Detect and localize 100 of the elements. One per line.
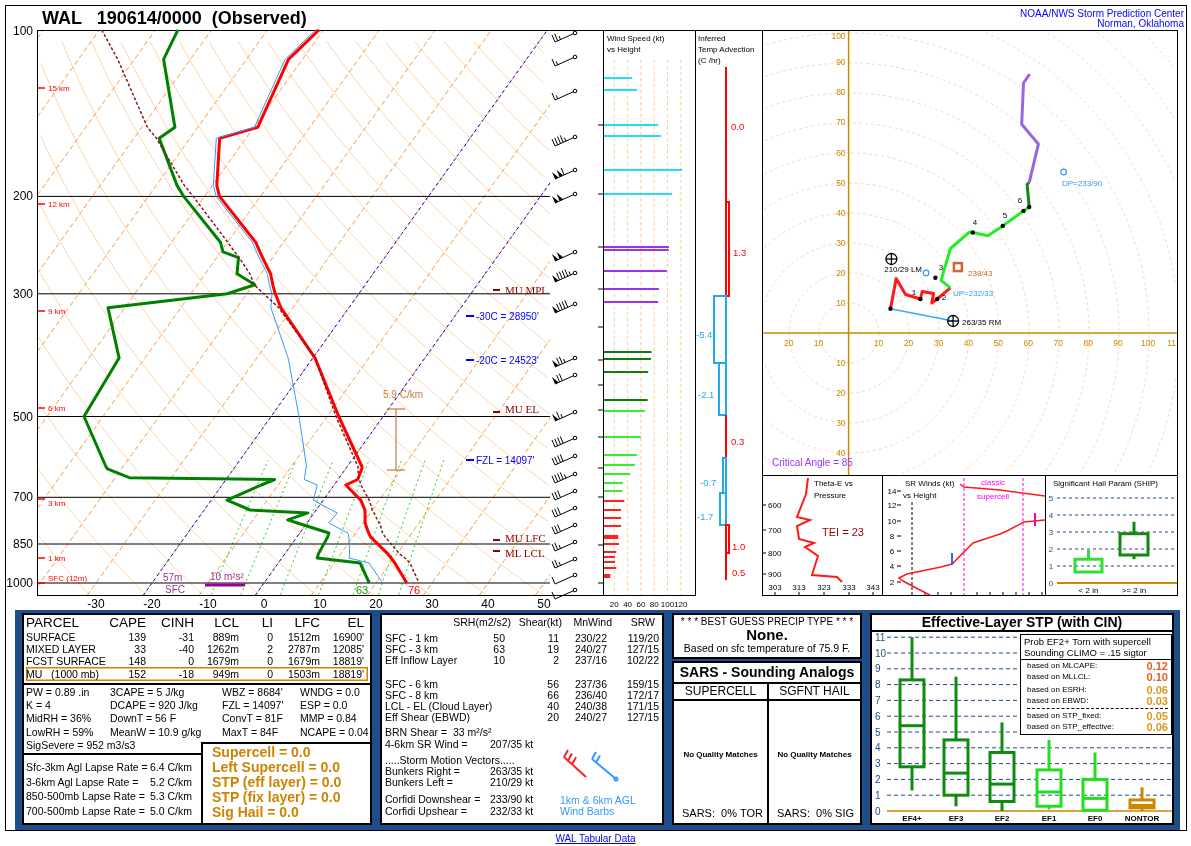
row-label: based on MLCAPE: bbox=[1027, 661, 1099, 672]
temperature-label: 10 bbox=[313, 597, 327, 611]
temperature-label: -30 bbox=[87, 597, 105, 611]
wind-barb-icon bbox=[551, 471, 578, 484]
table-cell-text: 159/15 bbox=[625, 678, 659, 690]
table-cell-text: 0 bbox=[266, 631, 273, 643]
axis-label: 30 bbox=[836, 418, 846, 429]
sounding-title: WAL 190614/0000 (Observed) bbox=[42, 7, 307, 29]
axis-label: 30 bbox=[836, 237, 846, 248]
wind-barb-icon bbox=[551, 556, 578, 569]
summary-text: SARS: 0% TOR bbox=[681, 807, 764, 821]
axis-label: 10 bbox=[836, 298, 846, 308]
row-label: MU (1000 mb) bbox=[26, 667, 100, 681]
index-value: LowRH = 59% bbox=[26, 725, 95, 739]
axis-label: 6 bbox=[889, 547, 895, 556]
table-cell-text: 20 bbox=[546, 712, 559, 724]
height-marker-label: 6 bbox=[1017, 196, 1023, 205]
panel-title: SARS - Sounding Analogs bbox=[674, 663, 860, 684]
wind-barb-icon bbox=[551, 505, 578, 518]
row-label: based on ESRH: bbox=[1027, 685, 1088, 696]
row-label: 4-6km SR Wind = bbox=[385, 738, 469, 750]
axis-label: 50 bbox=[993, 338, 1004, 349]
index-value: ESP = 0.0 bbox=[300, 699, 349, 713]
column-header: EL bbox=[346, 615, 364, 631]
table-cell-text: 2 bbox=[552, 655, 559, 667]
table-cell-text: 2787m bbox=[286, 643, 320, 655]
surface-temperature-label: 76 bbox=[408, 584, 421, 596]
table-cell-text: 12085' bbox=[331, 643, 364, 655]
table-cell-text: 230/22 bbox=[573, 633, 607, 645]
wind-barb-icon bbox=[552, 249, 578, 262]
chart-title: Significant Hail Param (SHIP) bbox=[1053, 479, 1158, 488]
wind-barb-icon bbox=[551, 572, 578, 585]
table-cell-text: 0 bbox=[187, 655, 194, 667]
row-label: 700-500mb Lapse Rate = bbox=[26, 803, 146, 818]
crosshair-icon bbox=[946, 314, 960, 328]
axis-label: 30 bbox=[933, 338, 944, 349]
axis-label: 80 bbox=[1083, 338, 1093, 349]
surface-dewpoint-label: 63 bbox=[356, 584, 369, 596]
row-label: Corfidi Downshear = bbox=[385, 794, 482, 806]
trace-dot-icon bbox=[970, 230, 975, 235]
wind-barb-icon bbox=[551, 54, 578, 67]
row-label: MIXED LAYER bbox=[26, 643, 97, 655]
storm-motion-label: 238/43 bbox=[968, 269, 993, 278]
axis-label: 40 bbox=[836, 448, 846, 459]
axis-label: 5 bbox=[1048, 494, 1054, 503]
table-cell-text: 1512m bbox=[286, 631, 320, 643]
table-cell-text: 2 bbox=[266, 643, 273, 655]
column-header: SRH(m2/s2) bbox=[452, 616, 511, 629]
table-cell-text: 66 bbox=[546, 689, 559, 701]
table-cell-text: 1679m bbox=[205, 655, 239, 667]
category-label: < 2 in bbox=[1078, 586, 1099, 595]
level-label: MU MPL bbox=[492, 284, 549, 296]
trace-dot-icon bbox=[935, 296, 940, 302]
tick-marker-icon bbox=[951, 552, 953, 566]
axis-label: 4 bbox=[1048, 511, 1054, 520]
column-header: SGFNT HAIL bbox=[769, 684, 860, 701]
wind-barb-icon bbox=[551, 539, 578, 552]
row-label: SFC - 8 km bbox=[385, 689, 440, 701]
advection-value: -0.7 bbox=[700, 477, 717, 488]
chart-title: Wind Speed (kt) bbox=[607, 34, 665, 43]
table-cell-text: 56 bbox=[546, 678, 559, 690]
table-cell-text: 11 bbox=[547, 633, 559, 645]
table-cell-text: 207/35 kt bbox=[490, 738, 535, 750]
wind-barb-icon bbox=[551, 522, 578, 535]
panel-title: * * * BEST GUESS PRECIP TYPE * * * bbox=[679, 616, 855, 627]
wind-barb-icon bbox=[551, 453, 578, 466]
table-cell-text: 5.2 C/km bbox=[150, 774, 193, 789]
wind-speed-bar bbox=[604, 574, 611, 578]
column-header: MnWind bbox=[572, 616, 612, 629]
temperature-label: 50 bbox=[537, 597, 551, 611]
axis-label: 313 bbox=[792, 583, 806, 592]
table-cell-text: 1262m bbox=[205, 643, 239, 655]
index-value: FZL = 14097' bbox=[222, 699, 285, 713]
axis-label: 8 bbox=[889, 532, 895, 541]
level-label: MU LFC bbox=[492, 532, 546, 544]
table-cell-text: 33 bbox=[133, 643, 146, 655]
axis-label: 120 bbox=[674, 600, 688, 609]
storm-motion-label: 210/29 LM bbox=[884, 265, 922, 274]
table-cell-text: 949m bbox=[211, 667, 239, 681]
advection-value: 1.3 bbox=[733, 247, 747, 258]
level-label: MU EL bbox=[492, 403, 539, 415]
axis-label: 20 bbox=[783, 338, 794, 349]
row-label: FCST SURFACE bbox=[26, 655, 107, 667]
table-cell-text: 10 bbox=[492, 655, 505, 667]
storm-motion-label: UP=232/33 bbox=[953, 289, 994, 298]
tabular-data-link[interactable]: WAL Tabular Data bbox=[555, 833, 636, 844]
axis-label: 14 bbox=[887, 487, 897, 496]
axis-label: 7 bbox=[875, 694, 881, 706]
height-label: 9 km bbox=[37, 307, 66, 316]
trace-dot-icon bbox=[918, 296, 923, 302]
row-label: Bunkers Right = bbox=[385, 766, 461, 778]
height-label: SFC (12m) bbox=[37, 574, 88, 584]
storm-motion-label: 263/35 RM bbox=[962, 318, 1002, 327]
axis-label: 4 bbox=[875, 742, 881, 754]
axis-label: 10 bbox=[887, 517, 897, 526]
axis-label: 6 bbox=[875, 710, 881, 722]
match-text: No Quality Matches bbox=[683, 749, 758, 759]
pressure-label: 850 bbox=[12, 537, 33, 551]
panel-title: Effective-Layer STP (with CIN) bbox=[872, 615, 1172, 632]
table-cell-text: 237/36 bbox=[573, 678, 607, 690]
